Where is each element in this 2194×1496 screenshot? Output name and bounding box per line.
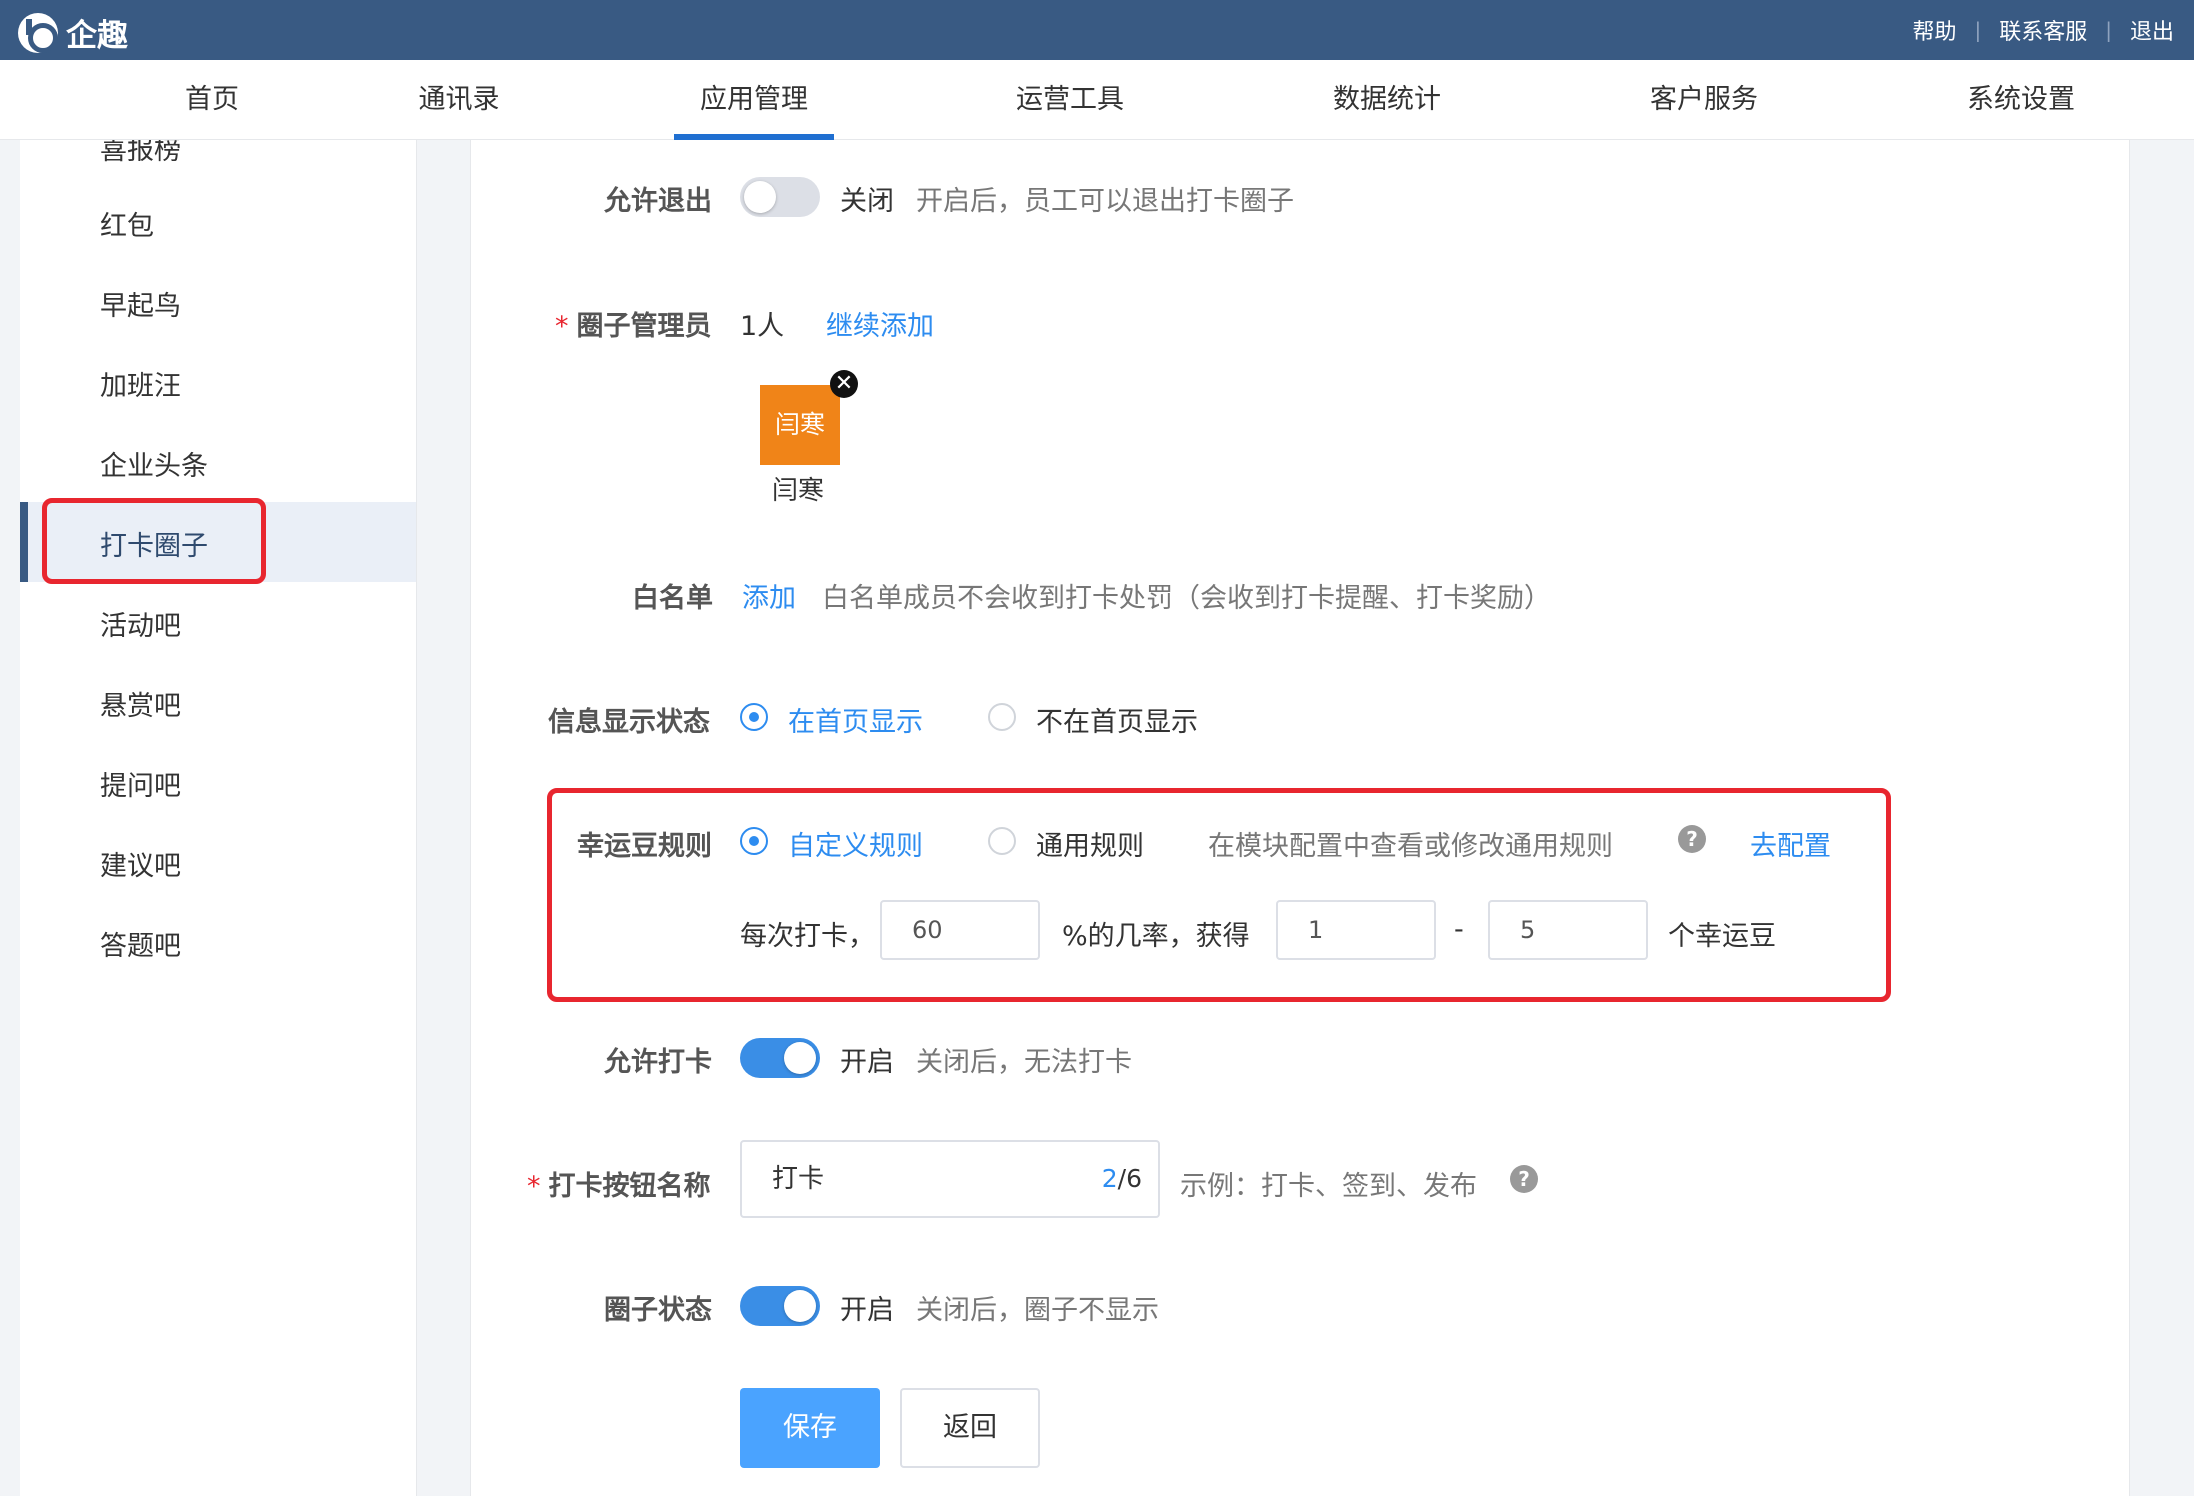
- back-button[interactable]: 返回: [900, 1388, 1040, 1468]
- lucky-rule-highlight-box: [547, 788, 1891, 1002]
- save-button[interactable]: 保存: [740, 1388, 880, 1468]
- nav-customer-service[interactable]: 客户服务: [1650, 60, 1758, 140]
- display-off-radio[interactable]: [988, 703, 1016, 731]
- sidebar: 喜报榜 红包 早起鸟 加班汪 企业头条 打卡圈子 活动吧 悬赏吧 提问吧 建议吧…: [20, 140, 417, 1496]
- allow-exit-state: 关闭: [840, 186, 894, 217]
- admins-label-text: 圈子管理员: [576, 311, 712, 342]
- contact-support-link[interactable]: 联系客服: [1999, 14, 2087, 46]
- logo-text: 企趣: [66, 18, 128, 54]
- whitelist-hint: 白名单成员不会收到打卡处罚（会收到打卡提醒、打卡奖励）: [822, 583, 1551, 614]
- divider: |: [2105, 18, 2112, 42]
- range-dash: -: [1454, 914, 1464, 945]
- per-checkin-text: 每次打卡，: [740, 921, 875, 952]
- char-count-max: /6: [1117, 1164, 1142, 1193]
- display-on-option[interactable]: 在首页显示: [788, 700, 923, 739]
- sidebar-item-activities[interactable]: 活动吧: [100, 604, 181, 643]
- sidebar-item-suggestions[interactable]: 建议吧: [100, 844, 181, 883]
- allow-checkin-state: 开启: [840, 1047, 894, 1078]
- switch-knob: [744, 181, 776, 213]
- divider: |: [1974, 18, 1982, 42]
- nav-data-statistics[interactable]: 数据统计: [1333, 60, 1441, 140]
- circle-status-hint: 关闭后，圈子不显示: [916, 1295, 1159, 1326]
- main-nav: 首页 通讯录 应用管理 运营工具 数据统计 客户服务 系统设置: [0, 60, 2194, 140]
- allow-exit-label: 允许退出: [604, 186, 712, 217]
- common-rule-radio[interactable]: [988, 827, 1016, 855]
- admin-name: 闫寒: [772, 476, 825, 506]
- remove-admin-icon[interactable]: ✕: [830, 370, 858, 398]
- whitelist-label: 白名单: [632, 583, 713, 614]
- sidebar-item-red-packet[interactable]: 红包: [100, 204, 154, 243]
- sidebar-active-bar: [20, 502, 28, 582]
- button-name-label: * 打卡按钮名称: [527, 1164, 711, 1203]
- custom-rule-option[interactable]: 自定义规则: [788, 824, 923, 863]
- nav-operation-tools[interactable]: 运营工具: [1016, 60, 1124, 140]
- logo[interactable]: 企趣: [18, 10, 128, 55]
- nav-contacts[interactable]: 通讯录: [419, 60, 500, 140]
- admins-label: * 圈子管理员: [555, 304, 712, 343]
- allow-checkin-label: 允许打卡: [604, 1047, 712, 1078]
- button-name-label-text: 打卡按钮名称: [548, 1171, 711, 1202]
- sidebar-highlight-box: [42, 498, 266, 584]
- min-beans-input[interactable]: 1: [1276, 900, 1436, 960]
- circle-status-state: 开启: [840, 1295, 894, 1326]
- common-rule-hint: 在模块配置中查看或修改通用规则: [1208, 831, 1613, 862]
- lucky-rule-label: 幸运豆规则: [577, 831, 712, 862]
- allow-exit-switch[interactable]: [740, 177, 820, 217]
- nav-system-settings[interactable]: 系统设置: [1967, 60, 2075, 140]
- common-rule-option[interactable]: 通用规则: [1036, 824, 1144, 863]
- nav-home[interactable]: 首页: [185, 60, 239, 140]
- logo-icon: [18, 12, 58, 53]
- beans-unit: 个幸运豆: [1668, 921, 1776, 952]
- char-counter: 2/6: [1102, 1142, 1142, 1216]
- add-admin-link[interactable]: 继续添加: [826, 304, 934, 343]
- button-name-input[interactable]: 打卡 2/6: [740, 1140, 1160, 1218]
- required-mark: *: [527, 1171, 541, 1202]
- help-link[interactable]: 帮助: [1912, 14, 1956, 46]
- probability-suffix: %的几率，获得: [1062, 921, 1250, 952]
- char-count-used: 2: [1101, 1164, 1118, 1193]
- whitelist-add-link[interactable]: 添加: [742, 576, 796, 615]
- switch-knob: [784, 1290, 816, 1322]
- circle-status-switch[interactable]: [740, 1286, 820, 1326]
- question-icon[interactable]: ?: [1678, 825, 1706, 853]
- button-name-hint: 示例：打卡、签到、发布: [1180, 1171, 1477, 1202]
- allow-checkin-hint: 关闭后，无法打卡: [916, 1047, 1132, 1078]
- allow-checkin-switch[interactable]: [740, 1038, 820, 1078]
- go-config-link[interactable]: 去配置: [1750, 824, 1831, 863]
- max-beans-input[interactable]: 5: [1488, 900, 1648, 960]
- custom-rule-radio[interactable]: [740, 827, 768, 855]
- display-on-radio[interactable]: [740, 703, 768, 731]
- probability-input[interactable]: 60: [880, 900, 1040, 960]
- sidebar-item-early-bird[interactable]: 早起鸟: [100, 284, 181, 323]
- admins-count: 1人: [740, 311, 785, 342]
- sidebar-item-headlines[interactable]: 企业头条: [100, 444, 208, 483]
- sidebar-item-questions[interactable]: 提问吧: [100, 764, 181, 803]
- admin-avatar: 闫寒: [760, 385, 840, 465]
- switch-knob: [784, 1042, 816, 1074]
- allow-exit-hint: 开启后，员工可以退出打卡圈子: [916, 186, 1294, 217]
- display-off-option[interactable]: 不在首页显示: [1036, 700, 1198, 739]
- sidebar-item-quiz[interactable]: 答题吧: [100, 924, 181, 963]
- top-bar: 企趣 帮助 | 联系客服 | 退出: [0, 0, 2194, 60]
- sidebar-item-good-news[interactable]: 喜报榜: [100, 140, 181, 167]
- top-links: 帮助 | 联系客服 | 退出: [1912, 14, 2174, 46]
- circle-status-label: 圈子状态: [604, 1295, 712, 1326]
- sidebar-item-overtime[interactable]: 加班汪: [100, 364, 181, 403]
- display-status-label: 信息显示状态: [548, 707, 710, 738]
- question-icon[interactable]: ?: [1510, 1165, 1538, 1193]
- nav-app-management[interactable]: 应用管理: [700, 60, 808, 140]
- required-mark: *: [555, 311, 569, 342]
- logout-link[interactable]: 退出: [2130, 14, 2174, 46]
- button-name-value: 打卡: [772, 1164, 825, 1194]
- sidebar-item-bounty[interactable]: 悬赏吧: [100, 684, 181, 723]
